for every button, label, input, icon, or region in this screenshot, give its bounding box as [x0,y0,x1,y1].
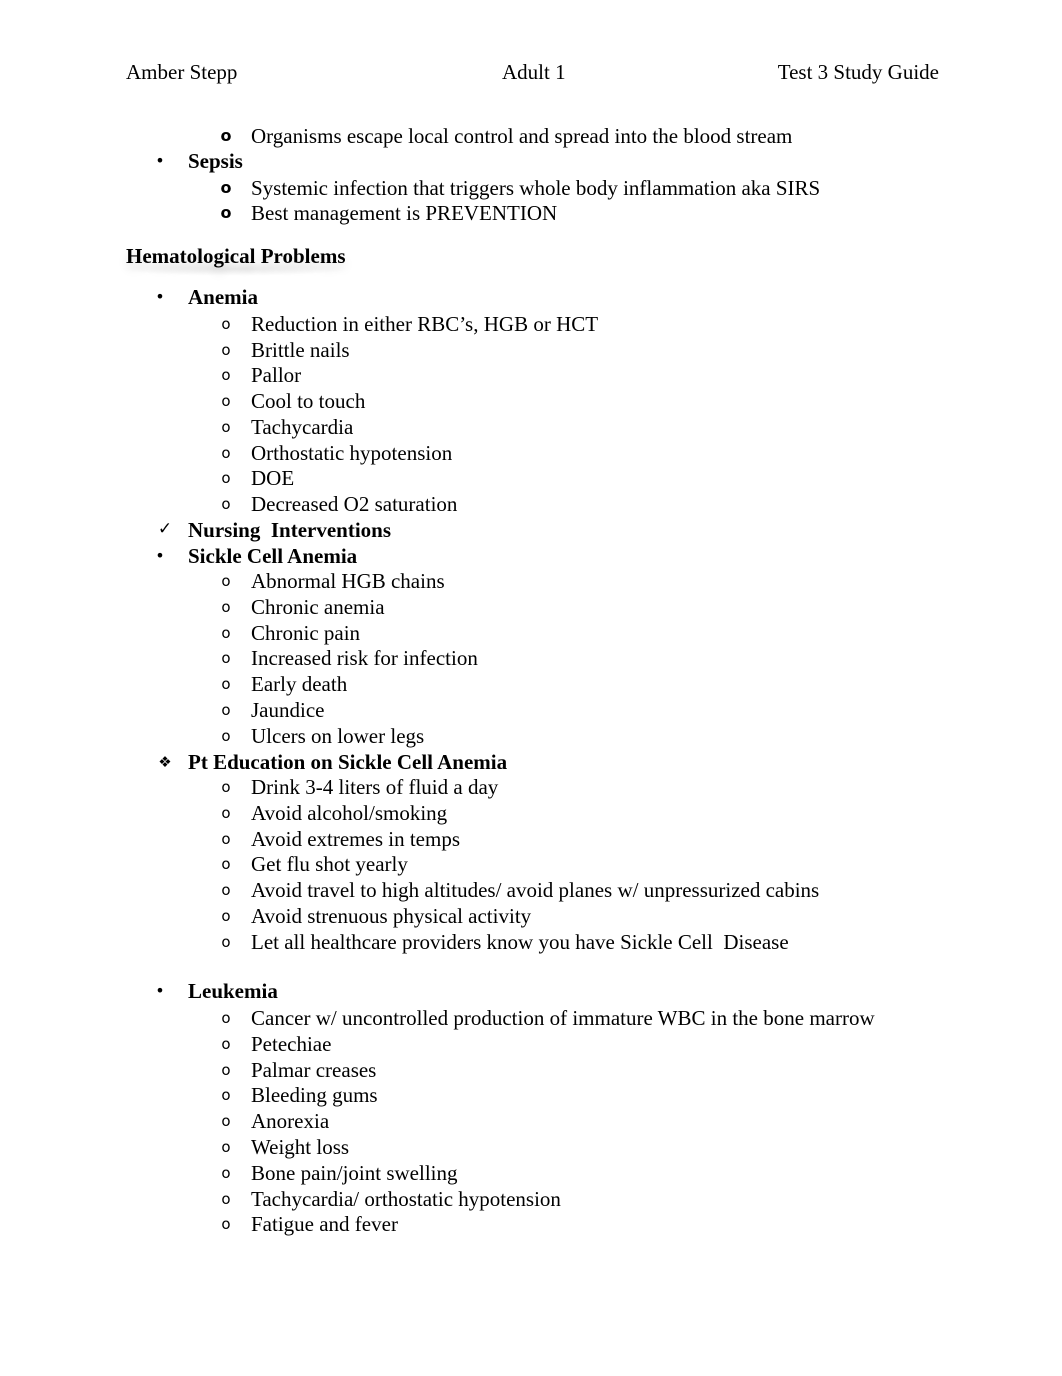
sub-bullet-icon: o [221,701,231,719]
sub-bullet-icon: o [220,178,232,197]
page-header: Amber Stepp Adult 1 Test 3 Study Guide [0,60,1062,88]
section-title: Hematological Problems [126,244,346,268]
sub-bullet-icon: o [221,907,231,925]
sub-bullet-icon: o [220,203,232,222]
sub-bullet-icon: o [221,1190,231,1208]
list-item: Petechiae [251,1032,332,1056]
list-item: Increased risk for infection [251,646,478,670]
list-item: Chronic pain [251,621,361,645]
header-course: Adult 1 [502,60,566,84]
sub-bullet-icon: o [221,830,231,848]
list-item: Cancer w/ uncontrolled production of imm… [251,1006,875,1030]
list-item: Tachycardia/ orthostatic hypotension [251,1187,561,1211]
list-item: Weight loss [251,1135,350,1159]
list-item: Best management is PREVENTION [251,201,558,225]
sub-bullet-icon: o [221,649,231,667]
list-item: Palmar creases [251,1058,377,1082]
list-item: Decreased O2 saturation [251,492,458,516]
sub-bullet-icon: o [221,624,231,642]
sub-bullet-icon: o [221,1086,231,1104]
list-item: Get flu shot yearly [251,852,408,876]
sub-bullet-icon: o [221,1138,231,1156]
list-item: Avoid extremes in temps [251,827,460,851]
sub-bullet-icon: o [221,727,231,745]
list-item: Abnormal HGB chains [251,569,445,593]
list-item: Bleeding gums [251,1083,378,1107]
list-item: Pallor [251,363,302,387]
list-item: DOE [251,466,295,490]
sub-bullet-icon: o [221,1215,231,1233]
list-item: Systemic infection that triggers whole b… [251,176,821,200]
bullet-icon: • [155,981,165,1000]
list-item: Jaundice [251,698,325,722]
header-author: Amber Stepp [126,60,238,84]
sub-bullet-icon: o [221,572,231,590]
topic-heading-nursing-interventions: Nursing Interventions [188,518,392,542]
sub-bullet-icon: o [221,1035,231,1053]
list-item: Fatigue and fever [251,1212,398,1236]
topic-heading-anemia: Anemia [188,285,258,309]
sub-bullet-icon: o [221,1164,231,1182]
list-item: Tachycardia [251,415,354,439]
list-item: Ulcers on lower legs [251,724,425,748]
list-item: Avoid travel to high altitudes/ avoid pl… [251,878,820,902]
list-item: Reduction in either RBC’s, HGB or HCT [251,312,599,336]
list-item: Let all healthcare providers know you ha… [251,930,789,954]
list-item: Brittle nails [251,338,350,362]
sub-bullet-icon: o [221,495,231,513]
bullet-icon: • [155,546,165,565]
sub-bullet-icon: o [221,933,231,951]
list-item: Cool to touch [251,389,366,413]
topic-heading-pt-education: Pt Education on Sickle Cell Anemia [188,750,508,774]
sub-bullet-icon: o [221,444,231,462]
list-item: Organisms escape local control and sprea… [251,124,793,148]
diamond-icon: ❖ [158,753,172,771]
sub-bullet-icon: o [221,881,231,899]
list-item: Early death [251,672,348,696]
list-item: Anorexia [251,1109,330,1133]
sub-bullet-icon: o [221,598,231,616]
sub-bullet-icon: o [221,366,231,384]
topic-heading-sickle-cell: Sickle Cell Anemia [188,544,358,568]
sub-bullet-icon: o [220,126,232,145]
sub-bullet-icon: o [221,855,231,873]
check-icon: ✓ [157,519,173,539]
sub-bullet-icon: o [221,804,231,822]
sub-bullet-icon: o [221,418,231,436]
list-item: Avoid strenuous physical activity [251,904,532,928]
list-item: Chronic anemia [251,595,385,619]
header-title: Test 3 Study Guide [777,60,939,84]
sub-bullet-icon: o [221,1112,231,1130]
sub-bullet-icon: o [221,1009,231,1027]
sub-bullet-icon: o [221,341,231,359]
topic-heading-sepsis: Sepsis [188,149,243,173]
list-item: Bone pain/joint swelling [251,1161,458,1185]
list-item: Drink 3-4 liters of fluid a day [251,775,499,799]
sub-bullet-icon: o [221,315,231,333]
bullet-icon: • [155,151,165,170]
sub-bullet-icon: o [221,778,231,796]
sub-bullet-icon: o [221,469,231,487]
sub-bullet-icon: o [221,1061,231,1079]
sub-bullet-icon: o [221,675,231,693]
sub-bullet-icon: o [221,392,231,410]
topic-heading-leukemia: Leukemia [188,979,278,1003]
bullet-icon: • [155,287,165,306]
list-item: Orthostatic hypotension [251,441,453,465]
list-item: Avoid alcohol/smoking [251,801,448,825]
